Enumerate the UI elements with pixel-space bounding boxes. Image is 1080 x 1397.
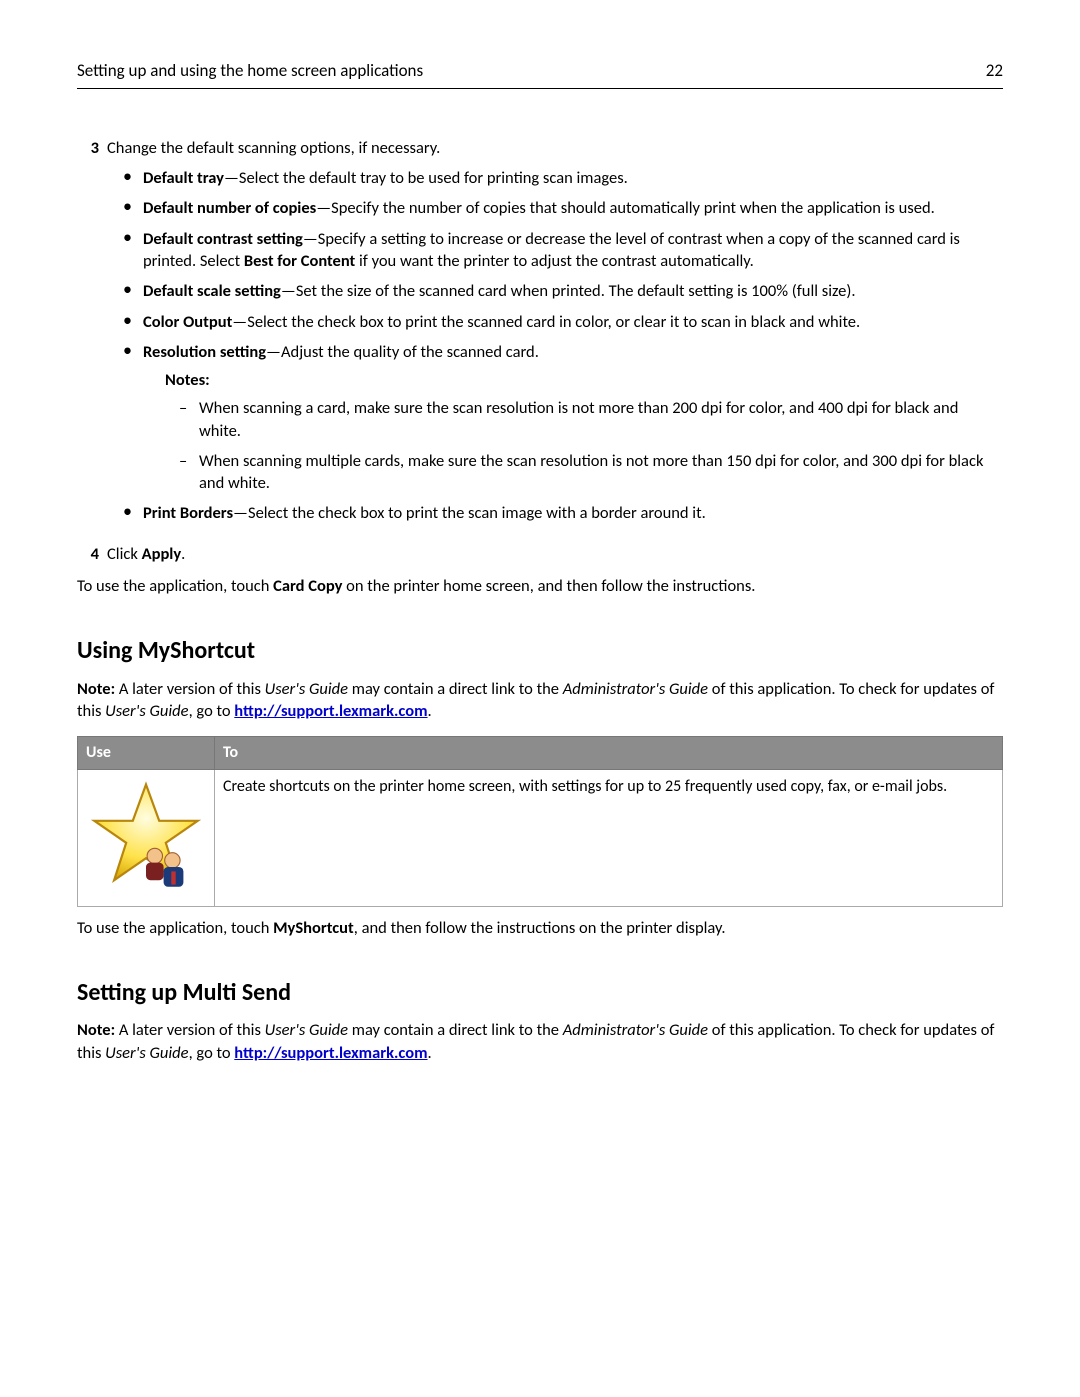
term: Color Output <box>143 312 232 332</box>
note-label: Note: <box>77 679 115 699</box>
text: —Select the default tray to be used for … <box>224 168 628 188</box>
bullet-resolution: Resolution setting—Adjust the quality of… <box>121 341 1003 495</box>
bullet-default-contrast: Default contrast setting—Specify a setti… <box>121 228 1003 273</box>
t: , go to <box>189 701 235 721</box>
bullet-default-copies: Default number of copies—Specify the num… <box>121 197 1003 219</box>
th-to: To <box>215 737 1003 770</box>
i: Administrator's Guide <box>563 1020 708 1040</box>
text: —Set the size of the scanned card when p… <box>281 281 856 301</box>
step-4: 4 Click Apply. <box>77 543 1003 565</box>
i: User's Guide <box>265 1020 348 1040</box>
term: Default scale setting <box>143 281 281 301</box>
star-people-icon <box>91 875 201 894</box>
bullet-print-borders: Print Borders—Select the check box to pr… <box>121 502 1003 524</box>
term: Default tray <box>143 168 224 188</box>
note-2: When scanning multiple cards, make sure … <box>179 450 1003 495</box>
term: Default number of copies <box>143 198 316 218</box>
table-row: Create shortcuts on the printer home scr… <box>78 769 1003 906</box>
t: A later version of this <box>115 1020 265 1040</box>
term: Default contrast setting <box>143 229 303 249</box>
cardcopy-instruction: To use the application, touch Card Copy … <box>77 575 1003 597</box>
heading-multisend: Setting up Multi Send <box>77 977 1003 1009</box>
i: User's Guide <box>105 1043 188 1063</box>
bullet-color-output: Color Output—Select the check box to pri… <box>121 311 1003 333</box>
text: . <box>181 544 185 564</box>
t: may contain a direct link to the <box>348 679 563 699</box>
text: if you want the printer to adjust the co… <box>355 251 754 271</box>
t: . <box>428 701 432 721</box>
heading-myshortcut: Using MyShortcut <box>77 635 1003 667</box>
t: may contain a direct link to the <box>348 1020 563 1040</box>
myshortcut-table: Use To <box>77 736 1003 907</box>
t: , go to <box>189 1043 235 1063</box>
text: —Select the check box to print the scann… <box>232 312 860 332</box>
note-label: Note: <box>77 1020 115 1040</box>
myshortcut-after: To use the application, touch MyShortcut… <box>77 917 1003 939</box>
t: A later version of this <box>115 679 265 699</box>
page-number: 22 <box>986 60 1003 83</box>
i: Administrator's Guide <box>563 679 708 699</box>
b: MyShortcut <box>273 918 354 938</box>
t: . <box>428 1043 432 1063</box>
i: User's Guide <box>265 679 348 699</box>
text: —Adjust the quality of the scanned card. <box>266 342 539 362</box>
support-link-2[interactable]: http://support.lexmark.com <box>234 1043 427 1063</box>
multisend-note: Note: A later version of this User's Gui… <box>77 1019 1003 1064</box>
bold: Best for Content <box>244 251 355 271</box>
myshortcut-icon-cell <box>78 769 215 906</box>
step-3-bullets: Default tray—Select the default tray to … <box>121 167 1003 524</box>
step-3-number: 3 <box>77 137 107 533</box>
term: Print Borders <box>143 503 233 523</box>
notes-label: Notes: <box>165 369 1003 391</box>
step-3-intro: Change the default scanning options, if … <box>107 137 1003 159</box>
myshortcut-desc: Create shortcuts on the printer home scr… <box>215 769 1003 906</box>
apply-bold: Apply <box>142 544 182 564</box>
text: on the printer home screen, and then fol… <box>342 576 755 596</box>
support-link[interactable]: http://support.lexmark.com <box>234 701 427 721</box>
header-title: Setting up and using the home screen app… <box>77 60 423 83</box>
bullet-default-scale: Default scale setting—Set the size of th… <box>121 280 1003 302</box>
cardcopy-bold: Card Copy <box>273 576 342 596</box>
page-header: Setting up and using the home screen app… <box>77 60 1003 89</box>
myshortcut-note: Note: A later version of this User's Gui… <box>77 678 1003 723</box>
t: , and then follow the instructions on th… <box>354 918 726 938</box>
th-use: Use <box>78 737 215 770</box>
i: User's Guide <box>105 701 188 721</box>
text: To use the application, touch <box>77 576 273 596</box>
term: Resolution setting <box>143 342 266 362</box>
notes-list: When scanning a card, make sure the scan… <box>179 397 1003 494</box>
step-3: 3 Change the default scanning options, i… <box>77 137 1003 533</box>
note-1: When scanning a card, make sure the scan… <box>179 397 1003 442</box>
t: To use the application, touch <box>77 918 273 938</box>
table-header-row: Use To <box>78 737 1003 770</box>
text: —Select the check box to print the scan … <box>233 503 706 523</box>
text: —Specify the number of copies that shoul… <box>316 198 935 218</box>
step-4-number: 4 <box>77 543 107 565</box>
bullet-default-tray: Default tray—Select the default tray to … <box>121 167 1003 189</box>
text: Click <box>107 544 142 564</box>
